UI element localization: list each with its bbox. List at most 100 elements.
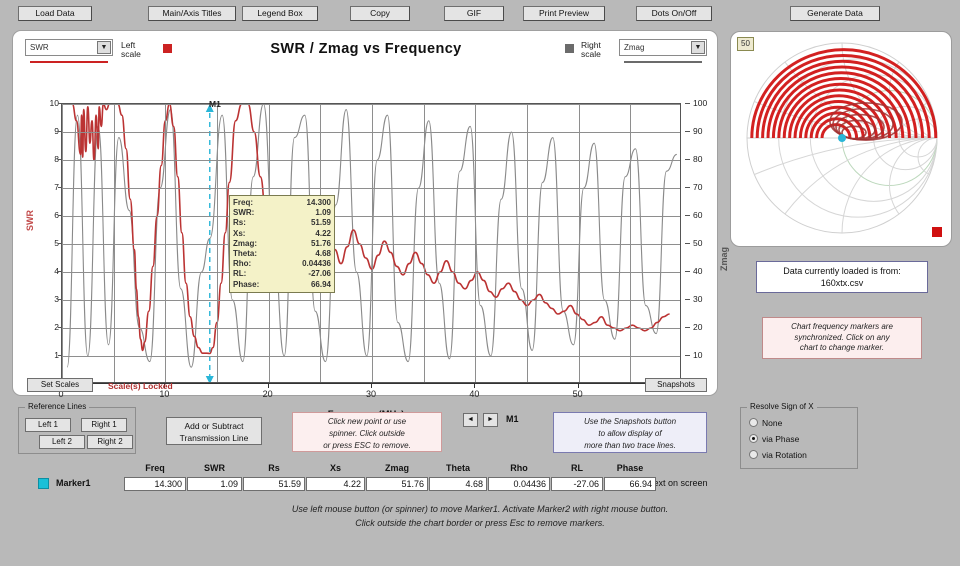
y-axis-right-tick-label: 100 xyxy=(693,98,708,108)
y-axis-left-tick-label: 2 xyxy=(54,322,59,332)
chevron-down-icon[interactable]: ▼ xyxy=(691,41,705,54)
datatip-row: SWR: 1.09 xyxy=(233,208,331,218)
reference-lines-group: Reference Lines Left 1 Right 1 Left 2 Ri… xyxy=(18,402,136,454)
reference-left-1-button[interactable]: Left 1 xyxy=(25,418,71,432)
datatip-row: Xs: 4.22 xyxy=(233,229,331,239)
footer-instructions: Use left mouse button (or spinner) to mo… xyxy=(0,502,960,530)
x-axis-tick-label: 30 xyxy=(365,389,377,399)
y-axis-right-tickmark xyxy=(685,243,690,244)
y-axis-right-tick-label: 40 xyxy=(693,266,703,276)
toolbar-button-dots-on-off[interactable]: Dots On/Off xyxy=(636,6,712,21)
radio-icon xyxy=(749,434,758,443)
smith-series-color-swatch[interactable] xyxy=(932,227,942,237)
gridline-horizontal xyxy=(62,356,680,357)
marker-value-swr[interactable]: 1.09 xyxy=(187,477,242,491)
marker-spinner-next-button[interactable]: ► xyxy=(483,413,498,427)
datatip-row: Phase: 66.94 xyxy=(233,280,331,290)
gridline-horizontal xyxy=(62,328,680,329)
y-axis-left-tick-label: 5 xyxy=(54,238,59,248)
right-series-color-swatch[interactable] xyxy=(565,44,574,53)
x-axis-tick-label: 40 xyxy=(469,389,480,399)
toolbar-button-print-preview[interactable]: Print Preview xyxy=(523,6,605,21)
toolbar-button-legend-box[interactable]: Legend Box xyxy=(242,6,318,21)
right-axis-select[interactable]: Zmag ▼ xyxy=(619,39,707,56)
y-axis-right-tickmark xyxy=(685,103,690,104)
top-toolbar: Load Data Main/Axis Titles Legend Box Copy G… xyxy=(0,0,960,26)
marker-datatip: Freq: 14.300 SWR: 1.09 Rs: 51.59 Xs: 4.22 Zmag: 5… xyxy=(229,195,335,293)
datatip-value: 14.300 xyxy=(306,198,331,207)
toolbar-button-load-data[interactable]: Load Data xyxy=(18,6,92,21)
marker-m1-arrow xyxy=(205,376,214,382)
datatip-key: RL: xyxy=(233,269,247,279)
right-series-color-underline xyxy=(624,61,702,63)
marker-value-zmag[interactable]: 51.76 xyxy=(366,477,428,491)
marker-column-header-rs: Rs xyxy=(268,463,280,473)
resolve-sign-of-x-group: Resolve Sign of X None via Phase via Rotat… xyxy=(740,402,858,469)
toolbar-button-generate-data[interactable]: Generate Data xyxy=(790,6,880,21)
marker-value-freq[interactable]: 14.300 xyxy=(124,477,186,491)
smith-marker-dot[interactable] xyxy=(838,134,846,142)
datatip-row: Rho: 0.04436 xyxy=(233,259,331,269)
reference-left-2-button[interactable]: Left 2 xyxy=(39,435,85,449)
gridline-horizontal xyxy=(62,188,680,189)
reference-right-2-button[interactable]: Right 2 xyxy=(87,435,133,449)
resolve-option-label: None xyxy=(762,418,783,428)
plot-area[interactable] xyxy=(61,103,681,383)
gridline-horizontal xyxy=(62,216,680,217)
gridline-horizontal xyxy=(62,160,680,161)
right-scale-label: Right scale xyxy=(581,40,601,59)
toolbar-button-gif[interactable]: GIF xyxy=(444,6,504,21)
toolbar-button-main-axis-titles[interactable]: Main/Axis Titles xyxy=(148,6,236,21)
application-window: Load Data Main/Axis Titles Legend Box Copy G… xyxy=(0,0,960,566)
resolve-option-via-rotation[interactable]: via Rotation xyxy=(749,450,807,461)
marker-readout-table: Marker1 Text on screen Freq 14.300 SWR 1.09… xyxy=(0,463,960,495)
marker1-color-swatch[interactable] xyxy=(38,478,49,489)
snapshots-hint-line2: to allow display of xyxy=(598,429,662,438)
scales-locked-status: Scale(s) Locked xyxy=(108,381,173,391)
reference-right-1-button[interactable]: Right 1 xyxy=(81,418,127,432)
toolbar-button-copy[interactable]: Copy xyxy=(350,6,410,21)
add-subtract-transmission-line-button[interactable]: Add or Subtract Transmission Line xyxy=(166,417,262,445)
click-hint-line1: Click new point or use xyxy=(327,417,407,426)
datatip-key: Freq: xyxy=(233,198,253,207)
footer-line1: Use left mouse button (or spinner) to mo… xyxy=(291,504,669,514)
y-axis-right-tickmark xyxy=(685,187,690,188)
gridline-horizontal xyxy=(62,300,680,301)
y-axis-right-tickmark xyxy=(685,327,690,328)
y-axis-right-tick-label: 20 xyxy=(693,322,703,332)
smith-z0-badge[interactable]: 50 xyxy=(737,37,754,51)
y-axis-right-tickmark xyxy=(685,355,690,356)
datatip-key: Phase: xyxy=(233,279,260,289)
snapshots-button[interactable]: Snapshots xyxy=(645,378,707,392)
resolve-option-none[interactable]: None xyxy=(749,418,782,429)
resolve-option-via-phase[interactable]: via Phase xyxy=(749,434,799,445)
marker-value-rl[interactable]: -27.06 xyxy=(551,477,603,491)
marker-column-header-rho: Rho xyxy=(510,463,528,473)
marker-column-header-freq: Freq xyxy=(145,463,165,473)
y-axis-right-tickmark xyxy=(685,159,690,160)
gridline-horizontal xyxy=(62,272,680,273)
y-axis-right-tick-label: 50 xyxy=(693,238,703,248)
datatip-key: Rho: xyxy=(233,259,252,269)
marker-value-rs[interactable]: 51.59 xyxy=(243,477,305,491)
loaded-file-name: 160xtx.csv xyxy=(820,278,864,288)
resolve-option-label: via Phase xyxy=(762,434,800,444)
y-axis-left-tick-label: 8 xyxy=(54,154,59,164)
set-scales-button[interactable]: Set Scales xyxy=(27,378,93,392)
smith-chart-panel[interactable]: 50 xyxy=(730,31,952,247)
page-title: SWR / Zmag vs Frequency xyxy=(270,41,462,57)
marker-value-xs[interactable]: 4.22 xyxy=(306,477,365,491)
datatip-key: Rs: xyxy=(233,218,246,228)
sync-hint-line3: chart to change marker. xyxy=(799,343,885,352)
y-axis-right-tickmark xyxy=(685,131,690,132)
y-axis-right-tick-label: 90 xyxy=(693,126,703,136)
marker-column-header-zmag: Zmag xyxy=(384,463,409,473)
marker-value-theta[interactable]: 4.68 xyxy=(429,477,487,491)
marker-value-rho[interactable]: 0.04436 xyxy=(488,477,550,491)
datatip-value: 4.22 xyxy=(315,228,331,238)
datatip-key: Zmag: xyxy=(233,238,257,248)
marker-spinner-prev-button[interactable]: ◄ xyxy=(463,413,478,427)
radio-icon xyxy=(749,450,758,459)
y-axis-right-ticks: 0102030405060708090100 xyxy=(685,98,729,388)
marker-value-phase[interactable]: 66.94 xyxy=(604,477,656,491)
